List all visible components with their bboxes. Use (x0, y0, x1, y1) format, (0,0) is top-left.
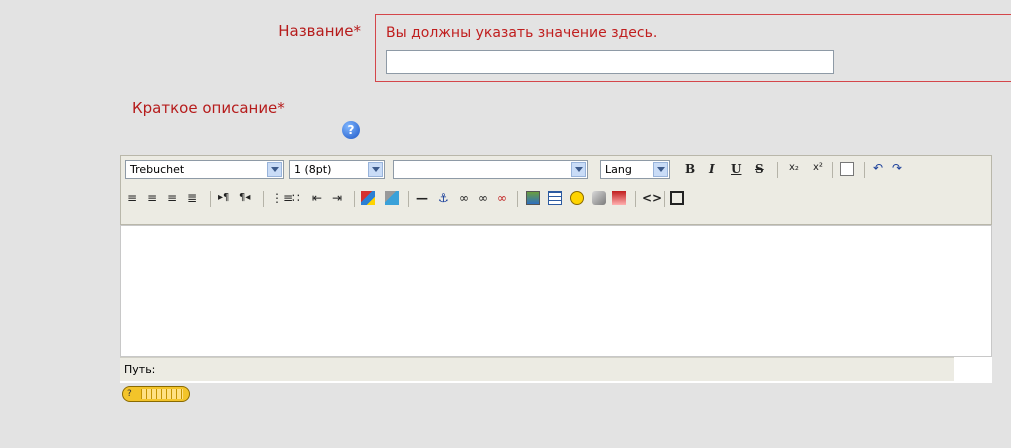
keyboard-icon (141, 389, 183, 399)
align-center-icon[interactable]: ≡ (147, 190, 157, 206)
toolbar-separator (664, 191, 665, 207)
toolbar-separator (635, 191, 636, 207)
keyboard-help-label: ? (127, 389, 132, 399)
chevron-down-icon (267, 162, 282, 177)
image-icon[interactable] (526, 191, 540, 205)
editor-toolbar: Trebuchet 1 (8pt) Lang B I U S x₂ x² ↶ ↷… (120, 155, 992, 225)
description-label: Краткое описание* (132, 99, 285, 117)
toolbar-separator (517, 191, 518, 207)
font-size-value: 1 (8pt) (294, 163, 332, 176)
description-label-text: Краткое описание (132, 99, 278, 117)
unordered-list-icon[interactable]: ∷ (292, 190, 300, 206)
editor-content-area[interactable] (120, 225, 992, 357)
toolbar-separator (263, 191, 264, 207)
chevron-down-icon (571, 162, 586, 177)
language-value: Lang (605, 163, 632, 176)
name-error-box: Вы должны указать значение здесь. (375, 14, 1011, 82)
editor-status-bar: Путь: (120, 357, 954, 381)
toolbar-separator (408, 191, 409, 207)
font-family-value: Trebuchet (130, 163, 185, 176)
name-label-text: Название (278, 22, 354, 40)
subscript-icon[interactable]: x₂ (789, 160, 799, 176)
horizontal-rule-icon[interactable]: — (416, 190, 428, 206)
toolbar-separator (210, 191, 211, 207)
ordered-list-icon[interactable]: ⋮≡ (271, 190, 293, 206)
language-select[interactable]: Lang (600, 160, 670, 179)
chevron-down-icon (653, 162, 668, 177)
html-source-icon[interactable]: <> (642, 190, 662, 206)
toolbar-separator (777, 162, 778, 178)
toolbar-separator (864, 162, 865, 178)
required-mark: * (277, 99, 285, 117)
nolink-icon[interactable]: ∞ (497, 190, 507, 206)
italic-icon[interactable]: I (709, 161, 715, 177)
rtl-icon[interactable]: ¶◂ (239, 190, 250, 206)
undo-icon[interactable]: ↶ (873, 160, 883, 176)
format-select[interactable] (393, 160, 588, 179)
table-icon[interactable] (548, 191, 562, 205)
fullscreen-icon[interactable] (670, 191, 684, 205)
align-left-icon[interactable]: ≡ (127, 190, 137, 206)
name-label: Название* (278, 22, 361, 40)
clean-word-icon[interactable] (840, 162, 854, 176)
path-label: Путь: (124, 363, 156, 376)
redo-icon[interactable]: ↷ (892, 160, 902, 176)
font-family-select[interactable]: Trebuchet (125, 160, 284, 179)
strikethrough-icon[interactable]: S (755, 161, 764, 177)
highlight-icon[interactable] (385, 191, 399, 205)
error-message: Вы должны указать значение здесь. (386, 25, 658, 41)
bold-icon[interactable]: B (685, 161, 695, 177)
toolbar-separator (832, 162, 833, 178)
toolbar-separator (354, 191, 355, 207)
underline-icon[interactable]: U (731, 161, 741, 177)
outdent-icon[interactable]: ⇤ (312, 190, 322, 206)
ltr-icon[interactable]: ▸¶ (218, 190, 229, 206)
unlink-icon[interactable]: ∞ (478, 190, 488, 206)
search-replace-icon[interactable] (612, 191, 626, 205)
superscript-icon[interactable]: x² (813, 160, 823, 176)
link-icon[interactable]: ∞ (459, 190, 469, 206)
special-char-icon[interactable] (592, 191, 606, 205)
text-color-icon[interactable] (361, 191, 375, 205)
name-input[interactable] (386, 50, 834, 74)
font-size-select[interactable]: 1 (8pt) (289, 160, 385, 179)
align-right-icon[interactable]: ≡ (167, 190, 177, 206)
keyboard-help-button[interactable]: ? (122, 386, 190, 402)
justify-icon[interactable]: ≣ (187, 190, 197, 206)
indent-icon[interactable]: ⇥ (332, 190, 342, 206)
smiley-icon[interactable] (570, 191, 584, 205)
html-editor: Trebuchet 1 (8pt) Lang B I U S x₂ x² ↶ ↷… (120, 155, 992, 383)
anchor-icon[interactable]: ⚓ (438, 190, 449, 206)
required-mark: * (353, 22, 362, 40)
chevron-down-icon (368, 162, 383, 177)
help-icon[interactable]: ? (342, 121, 360, 139)
